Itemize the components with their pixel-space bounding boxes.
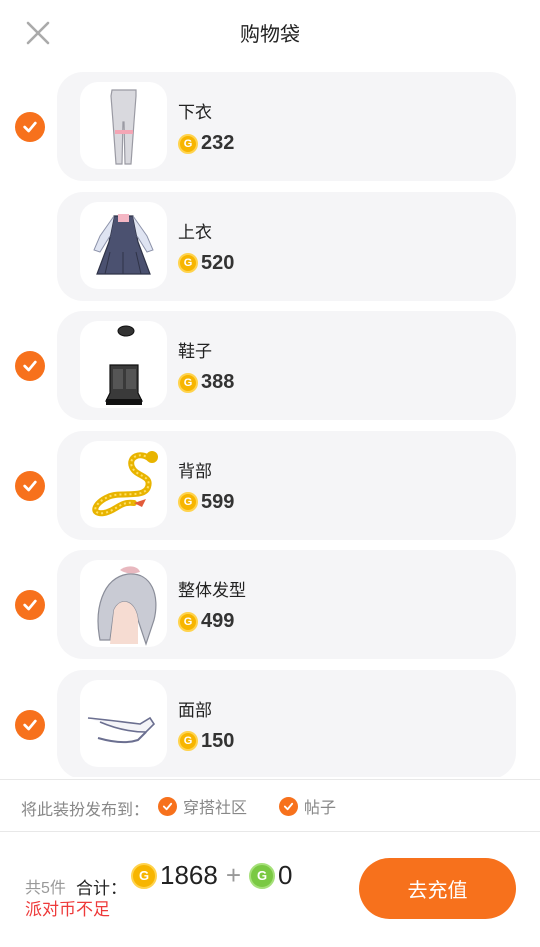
check-icon: [23, 480, 37, 491]
gold-coin-icon: G: [178, 611, 198, 632]
item-price: G 232: [178, 132, 234, 155]
item-price: G 520: [178, 252, 234, 275]
item-price: G 150: [178, 730, 234, 753]
page-title: 购物袋: [240, 24, 300, 46]
item-price-value: 388: [201, 371, 235, 393]
cart-item-row[interactable]: 鞋子 G 388: [0, 311, 540, 420]
item-checkbox[interactable]: [15, 709, 45, 740]
item-thumbnail: [80, 440, 167, 528]
item-price-value: 599: [201, 490, 235, 513]
green-total: 0: [278, 860, 293, 890]
gold-coin-icon: G: [178, 372, 198, 393]
publish-option-post[interactable]: 帖子: [279, 794, 336, 818]
cart-item-row[interactable]: 下衣 G 232: [0, 72, 540, 181]
publish-label: 将此装扮发布到：: [21, 802, 150, 819]
item-price: G 599: [178, 491, 234, 514]
check-icon: [158, 796, 177, 816]
item-price: G 499: [178, 610, 234, 633]
item-thumbnail: [80, 82, 167, 169]
gold-coin-icon: G: [178, 492, 198, 512]
item-checkbox[interactable]: [15, 112, 45, 142]
item-price-value: 499: [201, 610, 235, 632]
cart-item-list[interactable]: 下衣 G 232 上衣 G 520 鞋子 G 388 背部 G 599 整体发型 G 499 面部 G 150: [0, 72, 540, 777]
checkout-footer: 共5件 合计： G 1868 + G 0 派对币不足 去充值: [0, 832, 540, 947]
item-checkbox[interactable]: [15, 590, 45, 620]
gold-coin-icon: G: [178, 731, 198, 751]
item-thumbnail: [80, 321, 167, 408]
cart-item-row[interactable]: 上衣 G 520: [0, 191, 540, 301]
gold-total: 1868: [160, 860, 218, 890]
cart-item-row[interactable]: 整体发型 G 499: [0, 550, 540, 659]
item-name: 面部: [178, 700, 212, 720]
item-thumbnail: [80, 560, 167, 647]
green-coin-icon: G: [249, 862, 276, 889]
publish-option-label: 帖子: [304, 800, 337, 817]
total-amount: G 1868 + G 0: [131, 860, 293, 891]
item-name: 上衣: [178, 222, 212, 242]
recharge-button[interactable]: 去充值: [359, 858, 516, 919]
gold-coin-icon: G: [178, 133, 198, 154]
item-name: 背部: [178, 461, 212, 481]
gold-coin-icon: G: [178, 253, 198, 273]
item-checkbox[interactable]: [15, 351, 45, 381]
check-icon: [279, 796, 298, 816]
item-name: 下衣: [178, 103, 212, 122]
publish-bar: 将此装扮发布到： 穿搭社区 帖子: [0, 780, 540, 830]
check-icon: [23, 599, 37, 611]
cart-item-row[interactable]: 面部 G 150: [0, 669, 540, 777]
plus-sign: +: [225, 860, 242, 890]
publish-option-label: 穿搭社区: [183, 800, 248, 817]
item-price-value: 150: [201, 729, 235, 752]
item-checkbox[interactable]: [15, 470, 45, 501]
item-thumbnail: [80, 201, 167, 289]
cart-item-row[interactable]: 背部 G 599: [0, 430, 540, 540]
item-name: 整体发型: [178, 581, 246, 600]
insufficient-funds-warning: 派对币不足: [25, 900, 110, 919]
check-icon: [23, 719, 37, 730]
item-price-value: 232: [201, 132, 235, 154]
gold-coin-icon: G: [131, 862, 157, 889]
item-thumbnail: [80, 679, 167, 767]
check-icon: [23, 121, 37, 133]
header-bar: 购物袋: [0, 0, 540, 62]
check-icon: [23, 360, 37, 372]
item-name: 鞋子: [178, 342, 212, 361]
item-price: G 388: [178, 371, 234, 394]
item-price-value: 520: [201, 251, 235, 274]
publish-option-community[interactable]: 穿搭社区: [158, 794, 247, 818]
